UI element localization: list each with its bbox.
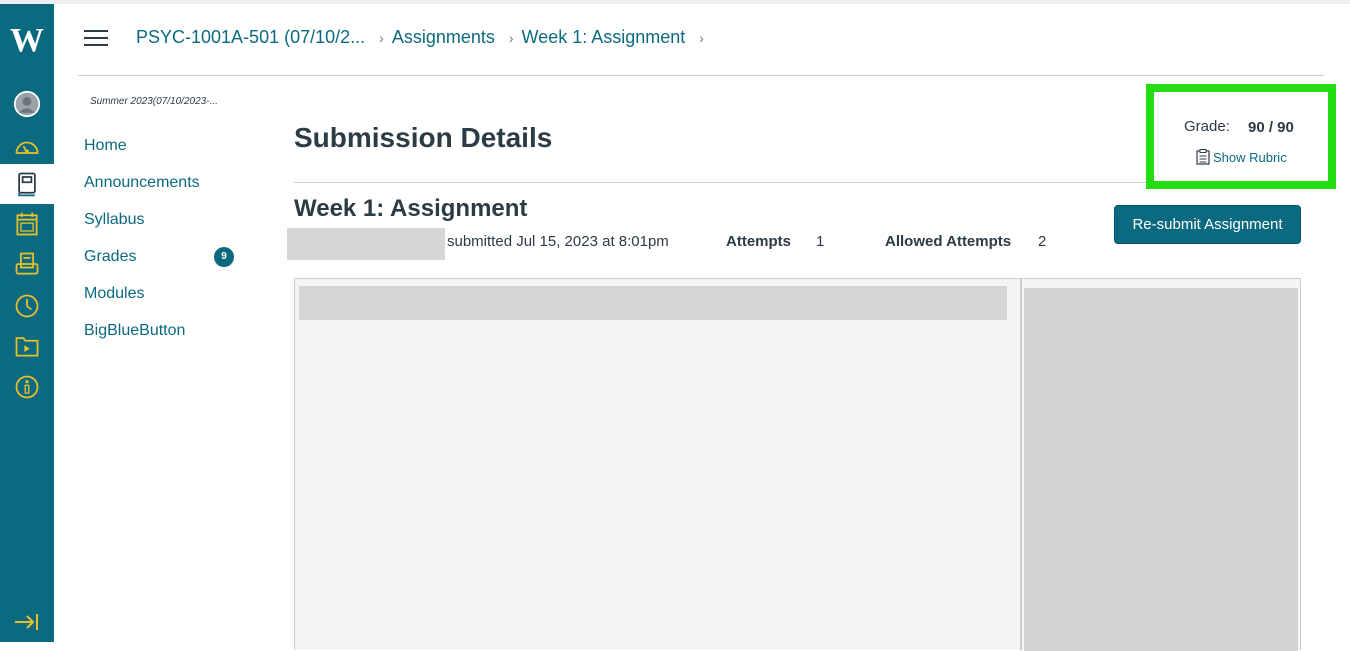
chevron-right-icon: ›	[379, 29, 384, 46]
resubmit-assignment-button[interactable]: Re-submit Assignment	[1114, 205, 1301, 244]
course-nav-label: Modules	[84, 284, 145, 302]
course-nav-announcements[interactable]: Announcements	[84, 164, 254, 201]
page-header: PSYC-1001A-501 (07/10/2... › Assignments…	[78, 0, 1324, 76]
collapse-arrow-icon	[15, 614, 38, 630]
course-navigation: Summer 2023(07/10/2023-... Home Announce…	[84, 96, 254, 349]
comments-panel	[1021, 278, 1301, 651]
global-navigation: W	[0, 4, 54, 642]
course-nav-home[interactable]: Home	[84, 127, 254, 164]
breadcrumb: PSYC-1001A-501 (07/10/2... › Assignments…	[136, 27, 712, 48]
redacted-student-name	[287, 228, 445, 260]
breadcrumb-assignment[interactable]: Week 1: Assignment	[522, 27, 686, 48]
folder-play-icon	[15, 337, 39, 357]
nav-calendar[interactable]	[0, 204, 54, 244]
grades-count-badge: 9	[214, 246, 234, 267]
grade-label: Grade:	[1184, 118, 1230, 135]
nav-studio[interactable]	[0, 326, 54, 366]
rubric-icon	[1196, 149, 1210, 165]
attempts-value: 1	[816, 233, 825, 250]
term-label: Summer 2023(07/10/2023-...	[90, 96, 218, 107]
assignment-title: Week 1: Assignment	[294, 195, 528, 222]
hamburger-line	[84, 37, 108, 39]
chevron-right-icon: ›	[508, 29, 514, 46]
course-nav-label: Announcements	[84, 173, 200, 191]
course-menu-toggle[interactable]	[84, 30, 108, 48]
course-nav-modules[interactable]: Modules	[84, 275, 254, 312]
course-nav-syllabus[interactable]: Syllabus	[84, 201, 254, 238]
hamburger-line	[84, 44, 108, 46]
calendar-icon	[16, 212, 38, 236]
nav-history[interactable]	[0, 286, 54, 326]
submission-preview[interactable]	[294, 278, 1021, 650]
nav-account[interactable]	[0, 84, 54, 124]
inbox-icon	[15, 252, 39, 275]
show-rubric-link[interactable]: Show Rubric	[1196, 149, 1287, 165]
dashboard-icon	[15, 141, 39, 154]
nav-dashboard[interactable]	[0, 126, 54, 166]
course-nav-bigbluebutton[interactable]: BigBlueButton	[84, 312, 254, 349]
show-rubric-label: Show Rubric	[1213, 149, 1287, 165]
allowed-attempts-label: Allowed Attempts	[885, 233, 1012, 250]
nav-inbox[interactable]	[0, 244, 54, 284]
nav-courses[interactable]	[0, 164, 54, 204]
clock-icon	[15, 294, 39, 318]
grade-value: 90 / 90	[1248, 119, 1294, 136]
info-icon	[15, 375, 39, 399]
breadcrumb-course[interactable]: PSYC-1001A-501 (07/10/2...	[136, 27, 365, 48]
redacted-preview-header	[299, 286, 1007, 320]
course-nav-label: Syllabus	[84, 210, 145, 228]
attempts-label: Attempts	[726, 233, 792, 250]
hamburger-line	[84, 30, 108, 32]
chevron-right-icon: ›	[699, 29, 704, 46]
redacted-comments	[1024, 288, 1298, 651]
page-title: Submission Details	[294, 122, 553, 153]
nav-help[interactable]	[0, 367, 54, 407]
collapse-nav-button[interactable]	[0, 610, 54, 634]
grade-summary-highlight: Grade: 90 / 90 Show Rubric	[1146, 84, 1336, 189]
course-nav-label: BigBlueButton	[84, 321, 186, 339]
breadcrumb-assignments[interactable]: Assignments	[392, 27, 495, 48]
submitted-timestamp: submitted Jul 15, 2023 at 8:01pm	[447, 233, 669, 250]
institution-logo[interactable]: W	[0, 22, 54, 60]
course-nav-label: Grades	[84, 247, 137, 265]
avatar-icon	[13, 90, 41, 118]
course-nav-label: Home	[84, 136, 127, 154]
allowed-attempts-value: 2	[1038, 233, 1047, 250]
course-nav-grades[interactable]: Grades 9	[84, 238, 254, 275]
book-icon	[18, 172, 36, 197]
